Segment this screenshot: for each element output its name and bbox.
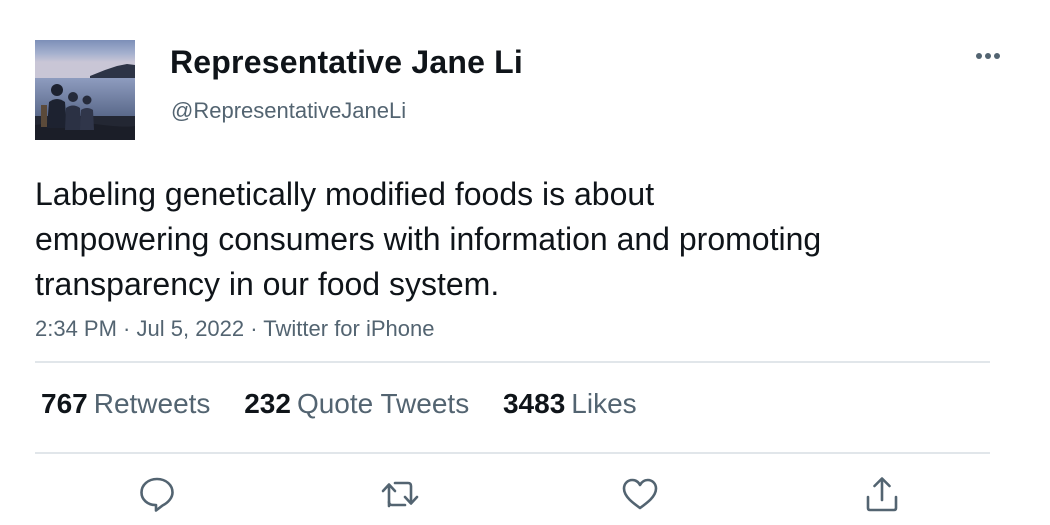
quote-tweets-count: 232 — [244, 388, 291, 419]
engagement-stats: 767 Retweets 232 Quote Tweets 3483 Likes — [41, 388, 663, 420]
tweet-text-line: Labeling genetically modified foods is a… — [35, 176, 655, 212]
share-icon — [866, 477, 898, 512]
retweets-count: 767 — [41, 388, 88, 419]
retweet-icon — [381, 481, 419, 508]
likes-stat[interactable]: 3483 Likes — [503, 388, 637, 420]
meta-separator: · — [116, 316, 137, 341]
heart-icon — [622, 478, 658, 510]
tweet-text-line: empowering consumers with information an… — [35, 221, 822, 257]
tweet-date[interactable]: Jul 5, 2022 — [137, 316, 245, 341]
quote-tweets-stat[interactable]: 232 Quote Tweets — [244, 388, 469, 420]
reply-icon — [140, 477, 174, 512]
display-name[interactable]: Representative Jane Li — [170, 44, 523, 81]
tweet-time[interactable]: 2:34 PM — [35, 316, 117, 341]
reply-button[interactable] — [135, 472, 179, 516]
user-handle[interactable]: @RepresentativeJaneLi — [171, 98, 406, 124]
more-horizontal-icon — [976, 53, 1000, 59]
like-button[interactable] — [618, 472, 662, 516]
profile-photo-icon — [35, 40, 135, 140]
likes-count: 3483 — [502, 388, 566, 419]
divider — [35, 452, 990, 454]
retweets-stat[interactable]: 767 Retweets — [41, 388, 210, 420]
tweet-card: Representative Jane Li @RepresentativeJa… — [0, 0, 1050, 525]
meta-separator: · — [244, 316, 264, 341]
tweet-metadata: 2:34 PM · Jul 5, 2022 · Twitter for iPho… — [35, 316, 434, 342]
avatar[interactable] — [35, 40, 135, 140]
divider — [35, 361, 990, 363]
likes-label: Likes — [571, 388, 637, 419]
tweet-text: Labeling genetically modified foods is a… — [35, 172, 995, 307]
quote-tweets-label: Quote Tweets — [296, 388, 470, 419]
tweet-text-line: transparency in our food system. — [35, 266, 500, 302]
retweet-button[interactable] — [378, 472, 422, 516]
share-button[interactable] — [860, 472, 904, 516]
tweet-source[interactable]: Twitter for iPhone — [263, 316, 434, 341]
more-options-button[interactable] — [968, 42, 1008, 70]
retweets-label: Retweets — [93, 388, 211, 419]
